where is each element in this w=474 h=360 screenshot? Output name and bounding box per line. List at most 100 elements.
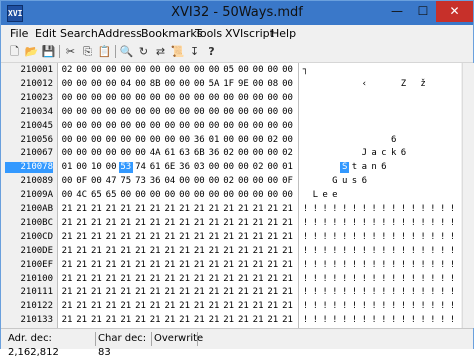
hex-byte[interactable]: 4A bbox=[148, 148, 162, 159]
hex-byte[interactable]: 21 bbox=[134, 218, 148, 229]
hex-byte[interactable]: 00 bbox=[104, 162, 118, 173]
text-char[interactable]: ! bbox=[399, 246, 408, 257]
hex-byte[interactable]: 21 bbox=[163, 274, 177, 285]
hex-byte[interactable]: 75 bbox=[119, 176, 133, 187]
hex-byte[interactable]: 21 bbox=[163, 218, 177, 229]
menu-address[interactable]: Address bbox=[98, 27, 142, 40]
text-char[interactable]: ! bbox=[389, 287, 398, 298]
hex-byte[interactable]: 21 bbox=[236, 301, 250, 312]
hex-byte[interactable]: 21 bbox=[89, 204, 103, 215]
hex-byte[interactable]: 9E bbox=[236, 79, 250, 90]
hex-byte[interactable]: 00 bbox=[266, 176, 280, 187]
hex-byte[interactable]: 21 bbox=[178, 301, 192, 312]
address-cell[interactable]: 210111 bbox=[5, 287, 53, 298]
text-char[interactable]: ! bbox=[311, 274, 320, 285]
hex-byte[interactable]: 00 bbox=[75, 93, 89, 104]
text-char[interactable]: ! bbox=[360, 204, 369, 215]
help-icon[interactable]: ? bbox=[204, 44, 219, 59]
address-cell[interactable]: 2100BC bbox=[5, 218, 53, 229]
hex-byte[interactable]: 21 bbox=[104, 287, 118, 298]
hex-byte[interactable]: 02 bbox=[281, 148, 295, 159]
text-char[interactable]: ! bbox=[360, 274, 369, 285]
hex-byte[interactable]: 00 bbox=[266, 93, 280, 104]
hex-byte[interactable]: 00 bbox=[281, 79, 295, 90]
hex-byte[interactable]: 47 bbox=[104, 176, 118, 187]
hex-byte[interactable]: 00 bbox=[148, 135, 162, 146]
text-char[interactable]: ! bbox=[370, 301, 379, 312]
address-cell[interactable]: 210078 bbox=[5, 162, 53, 173]
address-cell[interactable]: 2100EF bbox=[5, 260, 53, 271]
hex-byte[interactable]: 00 bbox=[178, 107, 192, 118]
text-char[interactable]: ! bbox=[301, 287, 310, 298]
hex-byte[interactable]: 00 bbox=[104, 107, 118, 118]
hex-byte[interactable]: 21 bbox=[89, 287, 103, 298]
text-char[interactable]: ! bbox=[409, 232, 418, 243]
hex-byte[interactable]: 00 bbox=[236, 135, 250, 146]
text-char[interactable]: ! bbox=[409, 246, 418, 257]
hex-byte[interactable]: 21 bbox=[148, 204, 162, 215]
hex-byte[interactable]: 21 bbox=[89, 232, 103, 243]
menu-edit[interactable]: Edit bbox=[35, 27, 56, 40]
text-char[interactable]: ‹ bbox=[360, 79, 369, 90]
hex-byte[interactable]: 21 bbox=[192, 260, 206, 271]
text-char[interactable]: ! bbox=[330, 218, 339, 229]
address-column[interactable]: 210001 210012 210023 210034 210045 210056 2100… bbox=[5, 63, 57, 328]
hex-byte[interactable]: 21 bbox=[119, 246, 133, 257]
text-char[interactable]: e bbox=[330, 190, 339, 201]
text-char[interactable]: ! bbox=[340, 246, 349, 257]
text-char[interactable]: 6 bbox=[389, 135, 398, 146]
hex-byte[interactable]: 21 bbox=[75, 315, 89, 326]
hex-byte[interactable]: 00 bbox=[281, 107, 295, 118]
text-char[interactable]: ! bbox=[360, 246, 369, 257]
text-char[interactable]: ! bbox=[350, 246, 359, 257]
hex-byte[interactable]: 21 bbox=[134, 287, 148, 298]
text-char[interactable]: ! bbox=[389, 260, 398, 271]
hex-byte[interactable]: 00 bbox=[207, 65, 221, 76]
address-cell[interactable]: 210056 bbox=[5, 135, 53, 146]
hex-byte[interactable]: 21 bbox=[236, 274, 250, 285]
text-char[interactable]: ! bbox=[399, 287, 408, 298]
hex-byte[interactable]: 21 bbox=[134, 260, 148, 271]
hex-byte[interactable]: 21 bbox=[281, 315, 295, 326]
text-char[interactable]: ! bbox=[370, 232, 379, 243]
hex-byte[interactable]: 1F bbox=[222, 79, 236, 90]
text-char[interactable]: ! bbox=[340, 274, 349, 285]
text-char[interactable]: ! bbox=[438, 274, 447, 285]
hex-byte[interactable]: 00 bbox=[75, 135, 89, 146]
hex-byte[interactable]: 00 bbox=[236, 148, 250, 159]
hex-byte[interactable]: 21 bbox=[266, 315, 280, 326]
hex-byte[interactable]: 00 bbox=[75, 79, 89, 90]
hex-byte[interactable]: 00 bbox=[163, 135, 177, 146]
text-char[interactable]: ! bbox=[330, 246, 339, 257]
text-char[interactable]: ! bbox=[379, 204, 388, 215]
text-char[interactable]: ! bbox=[428, 287, 437, 298]
text-char[interactable]: ! bbox=[330, 301, 339, 312]
text-char[interactable]: ! bbox=[379, 274, 388, 285]
hex-byte[interactable]: 21 bbox=[192, 287, 206, 298]
address-cell[interactable]: 210023 bbox=[5, 93, 53, 104]
text-char[interactable]: ! bbox=[330, 274, 339, 285]
text-char[interactable]: ! bbox=[350, 218, 359, 229]
text-char[interactable]: ! bbox=[301, 274, 310, 285]
hex-byte[interactable]: 0F bbox=[281, 176, 295, 187]
hex-byte[interactable]: 00 bbox=[163, 190, 177, 201]
hex-byte[interactable]: 21 bbox=[134, 204, 148, 215]
text-char[interactable]: ! bbox=[448, 315, 457, 326]
hex-byte[interactable]: 21 bbox=[104, 232, 118, 243]
text-char[interactable]: ! bbox=[419, 315, 428, 326]
hex-byte[interactable]: 10 bbox=[89, 162, 103, 173]
text-char[interactable]: ! bbox=[330, 204, 339, 215]
hex-byte[interactable]: 21 bbox=[236, 246, 250, 257]
hex-byte[interactable]: 36 bbox=[192, 135, 206, 146]
hex-byte[interactable]: 21 bbox=[207, 260, 221, 271]
hex-byte[interactable]: 63 bbox=[178, 148, 192, 159]
hex-byte[interactable]: 00 bbox=[207, 176, 221, 187]
hex-byte[interactable]: 21 bbox=[266, 287, 280, 298]
text-char[interactable]: ! bbox=[419, 218, 428, 229]
hex-byte[interactable]: 00 bbox=[192, 121, 206, 132]
hex-byte[interactable]: 00 bbox=[207, 162, 221, 173]
hex-byte[interactable]: 00 bbox=[266, 107, 280, 118]
hex-byte[interactable]: 21 bbox=[60, 260, 74, 271]
text-char[interactable]: ! bbox=[340, 301, 349, 312]
hex-byte[interactable]: 21 bbox=[281, 287, 295, 298]
